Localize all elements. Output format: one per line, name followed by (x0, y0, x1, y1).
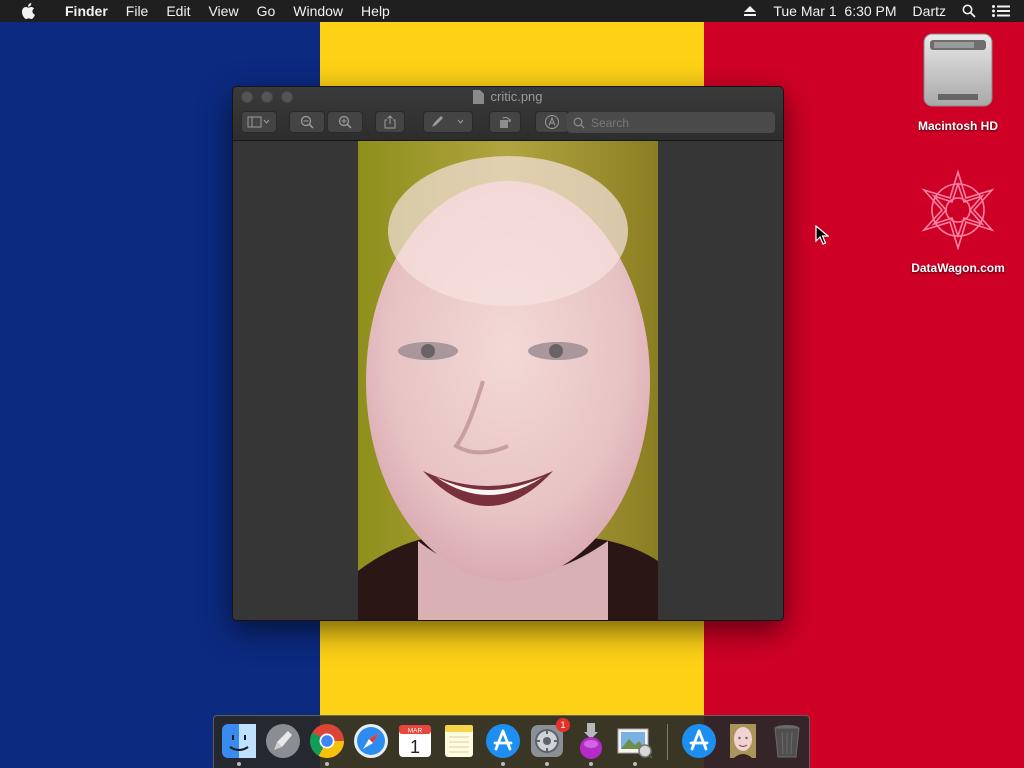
menu-help[interactable]: Help (352, 0, 399, 22)
rotate-icon (500, 117, 511, 128)
menubar-user[interactable]: Dartz (905, 3, 954, 19)
document-icon (473, 89, 485, 104)
notification-center-icon[interactable] (984, 5, 1024, 17)
zoom-out-icon (300, 115, 314, 129)
zoom-in-icon (338, 115, 352, 129)
markup-pen-icon (432, 116, 464, 127)
menu-edit[interactable]: Edit (157, 0, 199, 22)
annotate-icon (545, 115, 559, 129)
notes-icon[interactable] (440, 722, 478, 760)
desktop-icon-datawagon[interactable]: DataWagon.com (903, 168, 1013, 275)
eject-icon[interactable] (735, 5, 765, 17)
desktop-icon-macintosh-hd[interactable]: Macintosh HD (903, 30, 1013, 133)
markup-pen-button[interactable] (423, 111, 473, 133)
search-icon (573, 117, 585, 128)
apple-icon[interactable] (0, 3, 56, 19)
menubar-clock[interactable]: Tue Mar 1 6:30 PM (765, 3, 904, 19)
mouse-cursor-icon (815, 225, 829, 245)
window-title-text: critic.png (490, 89, 543, 104)
image-viewer (233, 141, 783, 620)
window-title: critic.png (233, 89, 783, 104)
system-preferences-icon[interactable]: 1 (528, 718, 570, 766)
sidebar-toggle-button[interactable] (241, 111, 277, 133)
preview-icon[interactable] (616, 722, 654, 766)
chrome-icon[interactable] (308, 722, 346, 766)
menu-window[interactable]: Window (284, 0, 352, 22)
calendar-day: 1 (410, 737, 420, 757)
rotate-button[interactable] (489, 111, 521, 133)
spotlight-search-icon[interactable] (954, 4, 984, 18)
finder-icon[interactable] (220, 722, 258, 766)
zoom-in-button[interactable] (327, 111, 363, 133)
app-store-downloads-icon[interactable] (680, 722, 718, 760)
notification-badge: 1 (556, 718, 570, 732)
calendar-month: MAR (408, 728, 423, 735)
dock-separator (667, 724, 668, 760)
menu-file[interactable]: File (117, 0, 158, 22)
menu-view[interactable]: View (199, 0, 247, 22)
calendar-icon[interactable]: MAR 1 (396, 722, 434, 760)
flower-logo-icon (921, 169, 995, 251)
installer-icon[interactable] (572, 722, 610, 766)
window-toolbar (241, 111, 775, 135)
preview-window[interactable]: critic.png (232, 86, 784, 621)
hard-drive-icon (923, 33, 993, 107)
sidebar-toggle-icon (247, 116, 270, 128)
desktop-icon-label: DataWagon.com (911, 261, 1005, 275)
share-button[interactable] (375, 111, 405, 133)
menu-app-name[interactable]: Finder (56, 0, 117, 22)
dock: MAR 1 1 (213, 715, 810, 768)
app-store-icon[interactable] (484, 722, 522, 766)
menu-bar: Finder File Edit View Go Window Help Tue… (0, 0, 1024, 22)
search-field[interactable] (567, 112, 775, 133)
desktop-icon-label: Macintosh HD (917, 119, 998, 133)
search-input[interactable] (589, 114, 753, 131)
zoom-out-button[interactable] (289, 111, 325, 133)
launchpad-icon[interactable] (264, 722, 302, 760)
annotate-button[interactable] (535, 111, 569, 133)
portrait-photo (358, 141, 658, 620)
safari-icon[interactable] (352, 722, 390, 760)
trash-icon[interactable] (768, 722, 806, 760)
share-icon (384, 115, 396, 129)
window-titlebar[interactable]: critic.png (233, 87, 783, 141)
image-document-icon[interactable] (724, 722, 762, 760)
menu-go[interactable]: Go (248, 0, 285, 22)
